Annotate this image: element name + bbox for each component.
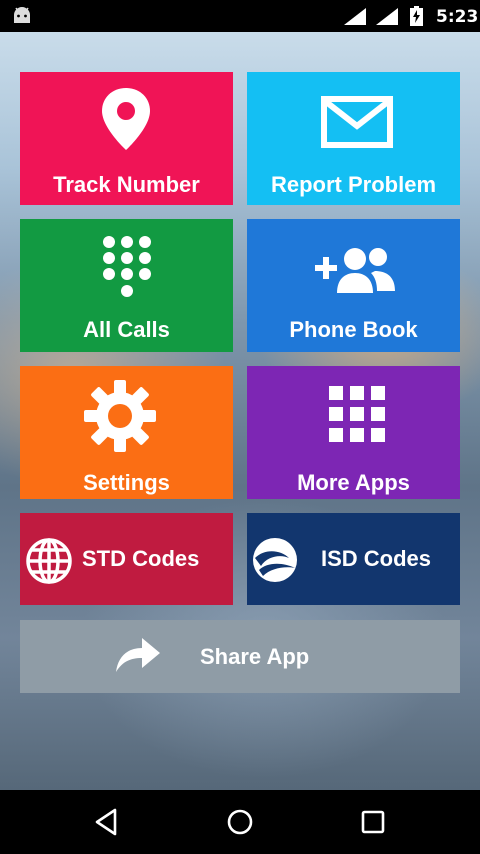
- phone-book-tile[interactable]: Phone Book: [247, 219, 460, 352]
- report-problem-label: Report Problem: [270, 172, 437, 197]
- dialpad-icon: [103, 236, 151, 297]
- share-arrow-icon: [116, 638, 160, 672]
- more-apps-tile[interactable]: More Apps: [247, 366, 460, 499]
- earth-icon: [253, 538, 297, 582]
- isd-codes-tile[interactable]: ISD Codes: [247, 513, 460, 605]
- add-contacts-icon: [315, 248, 395, 293]
- more-apps-label: More Apps: [297, 470, 410, 495]
- phone-book-label: Phone Book: [289, 317, 418, 342]
- battery-charging-icon: [410, 6, 423, 26]
- signal-icon: [376, 8, 398, 25]
- report-problem-tile[interactable]: Report Problem: [247, 72, 460, 205]
- home-icon[interactable]: [224, 806, 256, 838]
- back-icon[interactable]: [91, 806, 123, 838]
- settings-label: Settings: [83, 470, 170, 495]
- share-app-label: Share App: [200, 644, 310, 669]
- share-app-button[interactable]: Share App: [20, 620, 460, 693]
- mail-icon: [321, 96, 393, 148]
- apps-grid-icon: [329, 386, 385, 442]
- std-codes-tile[interactable]: STD Codes: [20, 513, 233, 605]
- isd-codes-label: ISD Codes: [321, 546, 432, 571]
- all-calls-tile[interactable]: All Calls: [20, 219, 233, 352]
- settings-tile[interactable]: Settings: [20, 366, 233, 499]
- all-calls-label: All Calls: [83, 317, 170, 342]
- status-time: 5:23: [436, 7, 479, 27]
- signal-icon: [344, 8, 366, 25]
- location-pin-icon: [102, 88, 150, 150]
- track-number-label: Track Number: [53, 172, 200, 197]
- android-notification-icon: [14, 7, 30, 23]
- gear-icon: [84, 380, 156, 452]
- recents-icon[interactable]: [357, 806, 389, 838]
- navigation-bar: [0, 790, 480, 854]
- std-codes-label: STD Codes: [82, 546, 200, 571]
- track-number-tile[interactable]: Track Number: [20, 72, 233, 205]
- globe-icon: [26, 538, 72, 584]
- status-bar: 5:23: [0, 0, 480, 32]
